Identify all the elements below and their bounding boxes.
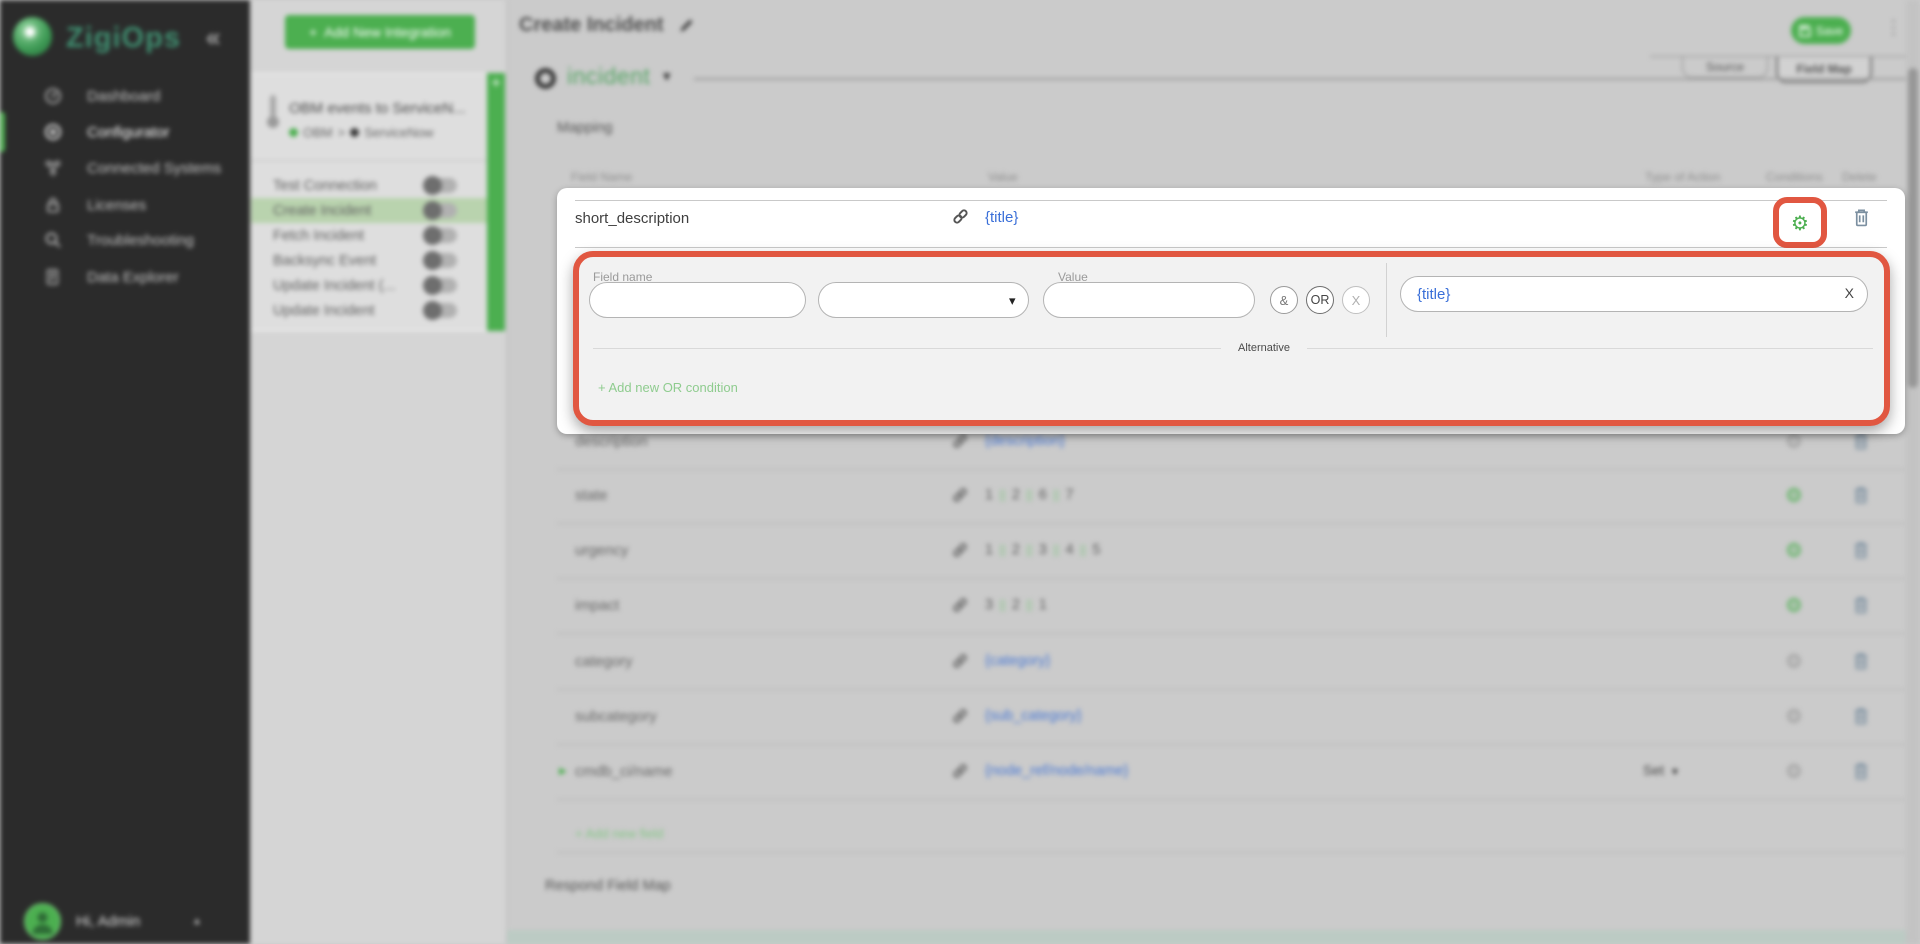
conditions-highlight-box: ⚙: [1773, 197, 1827, 248]
app-window: ZigiOps « DashboardConfiguratorConnected…: [0, 0, 1920, 944]
condition-operator-select[interactable]: [818, 282, 1029, 318]
condition-editor-panel: Field name ▾ Value & OR X X Alternative …: [573, 251, 1890, 426]
divider: [575, 247, 1887, 248]
link-icon: [952, 208, 969, 225]
and-operator-button[interactable]: &: [1270, 286, 1298, 314]
divider: [575, 200, 1887, 201]
divider: [593, 348, 1221, 349]
delete-icon[interactable]: [1853, 208, 1870, 227]
add-new-or-condition-link[interactable]: + Add new OR condition: [598, 380, 738, 395]
or-operator-button[interactable]: OR: [1306, 286, 1334, 314]
field-name: short_description: [575, 210, 689, 227]
alternative-label: Alternative: [1224, 342, 1304, 354]
clear-value-icon[interactable]: X: [1845, 285, 1854, 301]
divider: [1386, 263, 1387, 337]
divider: [1307, 348, 1873, 349]
remove-condition-button[interactable]: X: [1342, 286, 1370, 314]
conditions-gear-icon[interactable]: ⚙: [1791, 213, 1809, 233]
condition-result-input[interactable]: [1400, 276, 1868, 312]
field-value-token[interactable]: {title}: [985, 209, 1018, 226]
condition-value-input[interactable]: [1043, 282, 1255, 318]
condition-field-name-input[interactable]: [589, 282, 806, 318]
